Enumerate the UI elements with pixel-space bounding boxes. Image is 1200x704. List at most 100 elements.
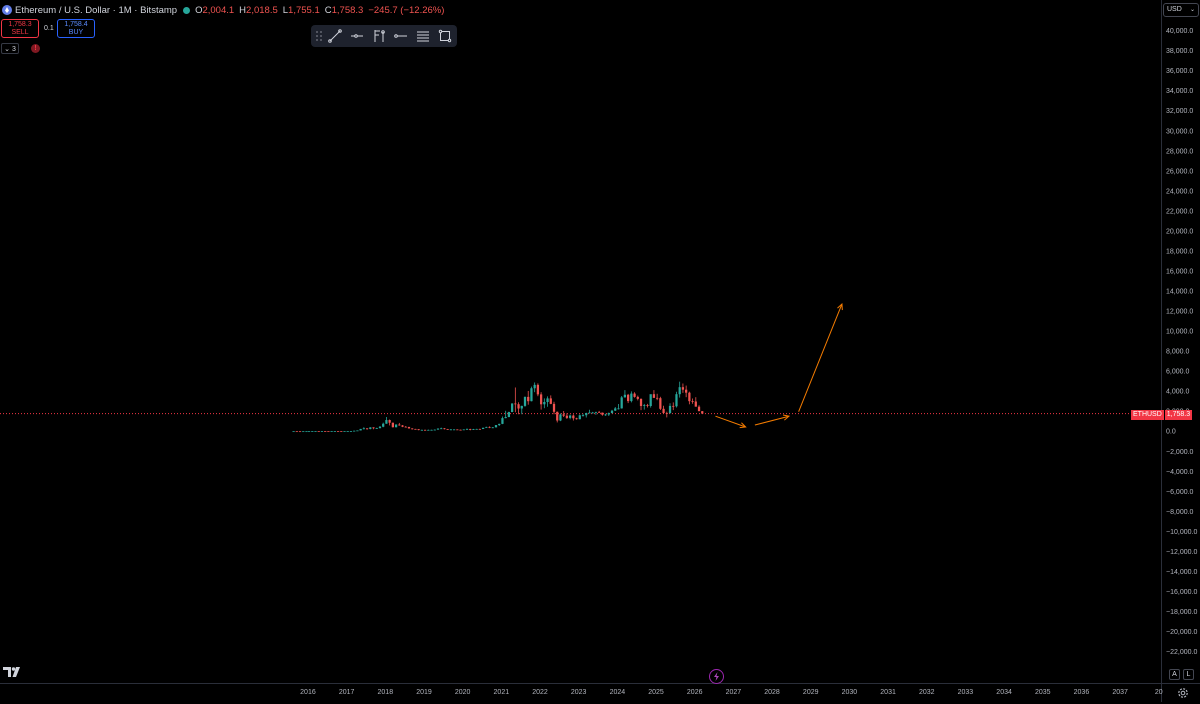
candle-body (414, 428, 417, 430)
candle-body (362, 428, 365, 430)
high-key: H (239, 4, 247, 16)
auto-scale-button[interactable]: A (1169, 669, 1180, 680)
candle-body (430, 429, 433, 431)
candle-body (295, 431, 298, 433)
symbol-title: Ethereum / U.S. Dollar · 1M · Bitstamp (15, 4, 178, 16)
y-tick-label: 20,000.0 (1166, 228, 1193, 235)
candle-body (391, 422, 394, 428)
replay-icon[interactable] (709, 669, 724, 684)
candle-body (417, 429, 420, 431)
parallel-channel-icon[interactable] (412, 25, 434, 47)
y-tick-label: 10,000.0 (1166, 329, 1193, 336)
candle-body (685, 389, 688, 393)
candle-body (298, 431, 302, 433)
candle-body (407, 426, 411, 429)
drawing-toolbar (311, 25, 457, 47)
candle-body (481, 427, 485, 429)
candle-body (510, 403, 514, 413)
candle-body (672, 405, 675, 407)
candle-body (585, 413, 588, 416)
candle-body (643, 405, 646, 407)
candle-body (330, 431, 333, 432)
buy-button[interactable]: 1,758.4 BUY (57, 19, 95, 38)
candle-body (662, 408, 665, 414)
x-tick-label: 2024 (610, 689, 626, 696)
candle-body (539, 394, 543, 405)
x-tick-label: 2035 (1035, 689, 1051, 696)
price-tag-value: 1,758.3 (1164, 410, 1193, 420)
y-tick-label: 28,000.0 (1166, 148, 1193, 155)
candle-body (507, 412, 511, 418)
horizontal-line-icon[interactable] (390, 25, 412, 47)
candle-body (562, 414, 565, 416)
market-status-icon[interactable] (183, 6, 191, 14)
trend-line-icon[interactable] (324, 25, 346, 47)
horizontal-ray-icon[interactable] (346, 25, 368, 47)
candle-body (701, 411, 704, 414)
candle-body (433, 429, 436, 431)
candle-body (472, 429, 475, 430)
candle-body (623, 394, 627, 398)
candle-body (549, 398, 552, 404)
candle-body (427, 429, 430, 431)
close-key: C (324, 4, 332, 16)
candle-body (656, 397, 659, 399)
y-tick-label: 30,000.0 (1166, 128, 1193, 135)
y-tick-label: −20,000.0 (1166, 629, 1197, 636)
candle-body (369, 427, 372, 429)
candle-body (697, 406, 701, 412)
candle-body (514, 403, 517, 405)
candle-body (420, 429, 423, 431)
indicators-toggle[interactable]: ⌄ 3 (1, 43, 19, 54)
x-tick-label: 2031 (880, 689, 896, 696)
candle-body (675, 394, 678, 407)
y-tick-label: 12,000.0 (1166, 309, 1193, 316)
rectangle-icon[interactable] (434, 25, 456, 47)
candle-body (336, 431, 340, 432)
y-tick-label: 4,000.0 (1166, 389, 1189, 396)
candle-body (353, 430, 356, 432)
y-tick-label: −10,000.0 (1166, 529, 1197, 536)
symbol-legend[interactable]: Ethereum / U.S. Dollar · 1M · Bitstamp O… (2, 3, 449, 17)
chart-canvas[interactable]: 40,000.0 38,000.0 36,000.0 34,000.0 32,000.0… (0, 0, 1200, 702)
chevron-down-icon: ⌄ (1189, 7, 1195, 13)
y-tick-label: 40,000.0 (1166, 28, 1193, 35)
y-tick-label: 18,000.0 (1166, 248, 1193, 255)
candle-body (546, 398, 549, 402)
y-tick-label: 8,000.0 (1166, 349, 1189, 356)
candle-body (504, 417, 507, 419)
candle-body (346, 431, 349, 432)
y-tick-label: −6,000.0 (1166, 489, 1194, 496)
candle-body (305, 431, 308, 433)
open-value: 2,004.1 (202, 4, 235, 16)
x-tick-label: 2025 (648, 689, 664, 696)
candle-body (462, 429, 465, 431)
candle-body (614, 408, 617, 411)
alert-icon[interactable]: ! (31, 44, 40, 53)
currency-button[interactable]: USD ⌄ (1163, 3, 1199, 17)
candle-body (536, 384, 540, 395)
candle-body (333, 431, 336, 432)
candle-body (494, 425, 498, 428)
fib-icon[interactable] (368, 25, 390, 47)
candle-body (478, 428, 482, 430)
candle-body (517, 404, 520, 409)
x-tick-label: 2021 (494, 689, 510, 696)
candle-body (581, 415, 585, 417)
drag-handle-icon[interactable] (314, 25, 324, 47)
candle-body (307, 431, 311, 433)
log-scale-button[interactable]: L (1183, 669, 1194, 680)
sell-button[interactable]: 1,758.3 SELL (1, 19, 39, 38)
tradingview-logo-icon[interactable] (3, 665, 23, 677)
candle-body (572, 415, 575, 419)
y-tick-label: −8,000.0 (1166, 509, 1194, 516)
x-tick-label: 2026 (687, 689, 703, 696)
y-tick-label: 26,000.0 (1166, 168, 1193, 175)
x-tick-label: 2030 (842, 689, 858, 696)
candle-body (365, 428, 369, 430)
y-tick-label: 24,000.0 (1166, 188, 1193, 195)
y-tick-label: −22,000.0 (1166, 649, 1197, 656)
y-tick-label: −2,000.0 (1166, 449, 1194, 456)
gear-icon[interactable] (1177, 686, 1189, 698)
y-tick-label: −12,000.0 (1166, 549, 1197, 556)
